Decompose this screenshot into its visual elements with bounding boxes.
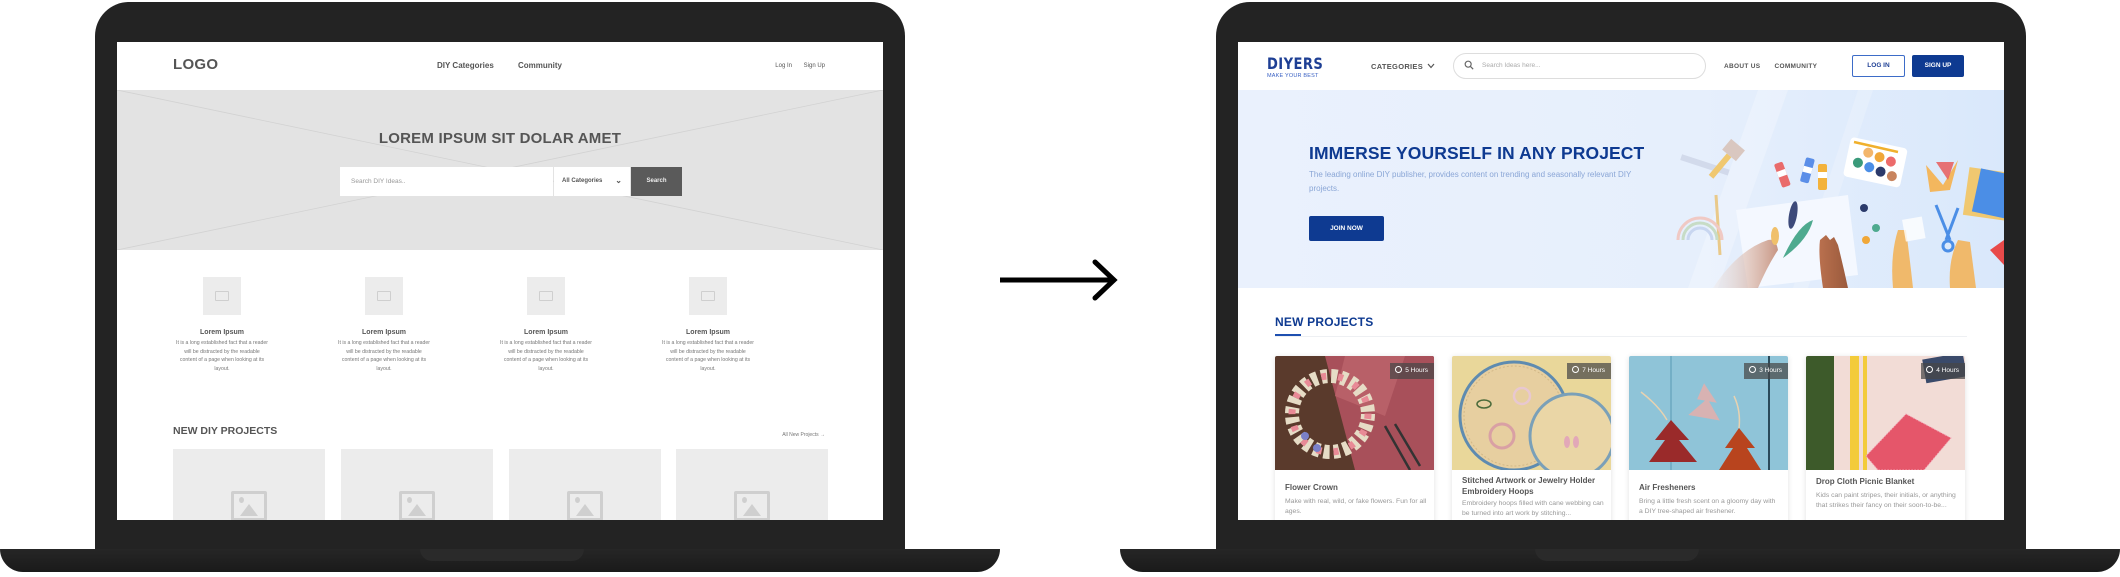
signup-link[interactable]: Sign Up (804, 63, 825, 69)
clock-icon (1749, 366, 1757, 373)
category-select-label: All Categories (562, 178, 603, 184)
nav-diy-categories[interactable]: DIY Categories (437, 61, 494, 70)
project-desc: Kids can paint stripes, their initials, … (1816, 492, 1956, 509)
project-desc: Embroidery hoops filled with cane webbin… (1462, 500, 1604, 517)
clock-icon (1572, 366, 1580, 373)
wireframe-header: LOGO DIY Categories Community Log In Sig… (117, 42, 883, 90)
arrow-right-icon: → (820, 432, 825, 438)
nav-about-us[interactable]: ABOUT US (1724, 63, 1760, 70)
search-input[interactable]: Search Ideas here... (1453, 53, 1706, 79)
brand-tagline: MAKE YOUR BEST (1267, 73, 1319, 79)
project-desc: Make with real, wild, or fake flowers. F… (1285, 498, 1427, 515)
project-title: Stitched Artwork or Jewelry Holder Embro… (1462, 476, 1596, 496)
all-projects-label: All New Projects (782, 432, 819, 438)
login-link[interactable]: Log In (775, 63, 792, 69)
project-title: Flower Crown (1285, 483, 1338, 492)
laptop-notch-left (420, 549, 584, 561)
project-title: Drop Cloth Picnic Blanket (1816, 477, 1915, 486)
project-card-placeholder[interactable] (676, 449, 828, 520)
hero-title: IMMERSE YOURSELF IN ANY PROJECT (1309, 143, 1645, 163)
image-placeholder-icon (689, 277, 727, 315)
feature-item: Lorem Ipsum It is a long established fac… (486, 277, 606, 373)
duration-label: 3 Hours (1759, 367, 1782, 374)
feature-item: Lorem Ipsum It is a long established fac… (324, 277, 444, 373)
duration-badge: 7 Hours (1567, 363, 1611, 379)
image-placeholder-icon (365, 277, 403, 315)
image-placeholder-icon (567, 491, 603, 520)
feature-item: Lorem Ipsum It is a long established fac… (162, 277, 282, 373)
feature-title: Lorem Ipsum (362, 329, 406, 336)
project-desc: Bring a little fresh scent on a gloomy d… (1639, 498, 1776, 515)
right-arrow-icon (1000, 259, 1118, 301)
duration-label: 5 Hours (1405, 367, 1428, 374)
wireframe-hero: LOREM IPSUM SIT DOLAR AMET Search DIY Id… (117, 90, 883, 250)
project-card-placeholder[interactable] (341, 449, 493, 520)
feature-title: Lorem Ipsum (686, 329, 730, 336)
main-nav: ABOUT US COMMUNITY (1724, 63, 1829, 70)
all-projects-link[interactable]: All New Projects → (782, 432, 825, 438)
image-placeholder-icon (203, 277, 241, 315)
hero-subtitle: The leading online DIY publisher, provid… (1309, 170, 1632, 193)
login-button[interactable]: LOG IN (1852, 55, 1905, 77)
category-select[interactable]: All Categories ⌄ (554, 167, 630, 196)
project-card[interactable]: 5 Hours Flower Crown Make with real, wil… (1275, 356, 1434, 520)
duration-badge: 5 Hours (1390, 363, 1434, 379)
nav-community[interactable]: COMMUNITY (1774, 63, 1817, 70)
duration-badge: 4 Hours (1921, 363, 1965, 379)
image-placeholder-icon (399, 491, 435, 520)
image-placeholder-icon (527, 277, 565, 315)
search-placeholder: Search Ideas here... (1482, 62, 1541, 69)
image-placeholder-icon (734, 491, 770, 520)
signup-button[interactable]: SIGN UP (1912, 55, 1964, 77)
search-input[interactable]: Search DIY Ideas.. (340, 167, 553, 196)
hero-title: LOREM IPSUM SIT DOLAR AMET (378, 130, 622, 147)
hero-banner: IMMERSE YOURSELF IN ANY PROJECT The lead… (1238, 90, 2004, 288)
section-divider (1275, 336, 1967, 337)
section-title: NEW DIY PROJECTS (173, 425, 278, 437)
feature-desc: It is a long established fact that a rea… (500, 340, 592, 372)
section-title: NEW PROJECTS (1275, 315, 1374, 329)
feature-desc: It is a long established fact that a rea… (338, 340, 430, 372)
laptop-notch-right (1535, 549, 1699, 561)
chevron-down-icon (1427, 63, 1435, 69)
duration-label: 4 Hours (1936, 367, 1959, 374)
feature-item: Lorem Ipsum It is a long established fac… (648, 277, 768, 373)
feature-desc: It is a long established fact that a rea… (662, 340, 754, 372)
clock-icon (1395, 366, 1403, 373)
chevron-down-icon: ⌄ (615, 176, 622, 185)
search-icon (1464, 60, 1474, 70)
project-card-placeholder[interactable] (173, 449, 325, 520)
wireframe-logo[interactable]: LOGO (173, 56, 218, 73)
wireframe-screen: LOGO DIY Categories Community Log In Sig… (117, 42, 883, 520)
site-header: DIYERS MAKE YOUR BEST CATEGORIES Search … (1238, 42, 2004, 90)
project-title: Air Fresheners (1639, 483, 1696, 492)
project-card[interactable]: 3 Hours Air Fresheners Bring a little fr… (1629, 356, 1788, 520)
duration-label: 7 Hours (1582, 367, 1605, 374)
join-now-button[interactable]: JOIN NOW (1309, 216, 1384, 241)
brand-logo[interactable]: DIYERS (1267, 56, 1323, 72)
feature-title: Lorem Ipsum (200, 329, 244, 336)
feature-title: Lorem Ipsum (524, 329, 568, 336)
project-card-placeholder[interactable] (509, 449, 661, 520)
project-card[interactable]: 4 Hours Drop Cloth Picnic Blanket Kids c… (1806, 356, 1965, 520)
comparison-stage: LOGO DIY Categories Community Log In Sig… (0, 0, 2120, 577)
duration-badge: 3 Hours (1744, 363, 1788, 379)
clock-icon (1926, 366, 1934, 373)
feature-desc: It is a long established fact that a rea… (176, 340, 268, 372)
wireframe-auth: Log In Sign Up (765, 63, 825, 69)
image-placeholder-icon (231, 491, 267, 520)
wireframe-nav: DIY Categories Community (437, 61, 584, 70)
nav-community[interactable]: Community (518, 61, 562, 70)
categories-label: CATEGORIES (1371, 62, 1424, 71)
categories-dropdown[interactable]: CATEGORIES (1371, 62, 1435, 71)
final-design-screen: DIYERS MAKE YOUR BEST CATEGORIES Search … (1238, 42, 2004, 520)
search-button[interactable]: Search (631, 167, 682, 196)
project-card[interactable]: 7 Hours Stitched Artwork or Jewelry Hold… (1452, 356, 1611, 520)
crafting-hands-illustration (1676, 90, 2004, 288)
